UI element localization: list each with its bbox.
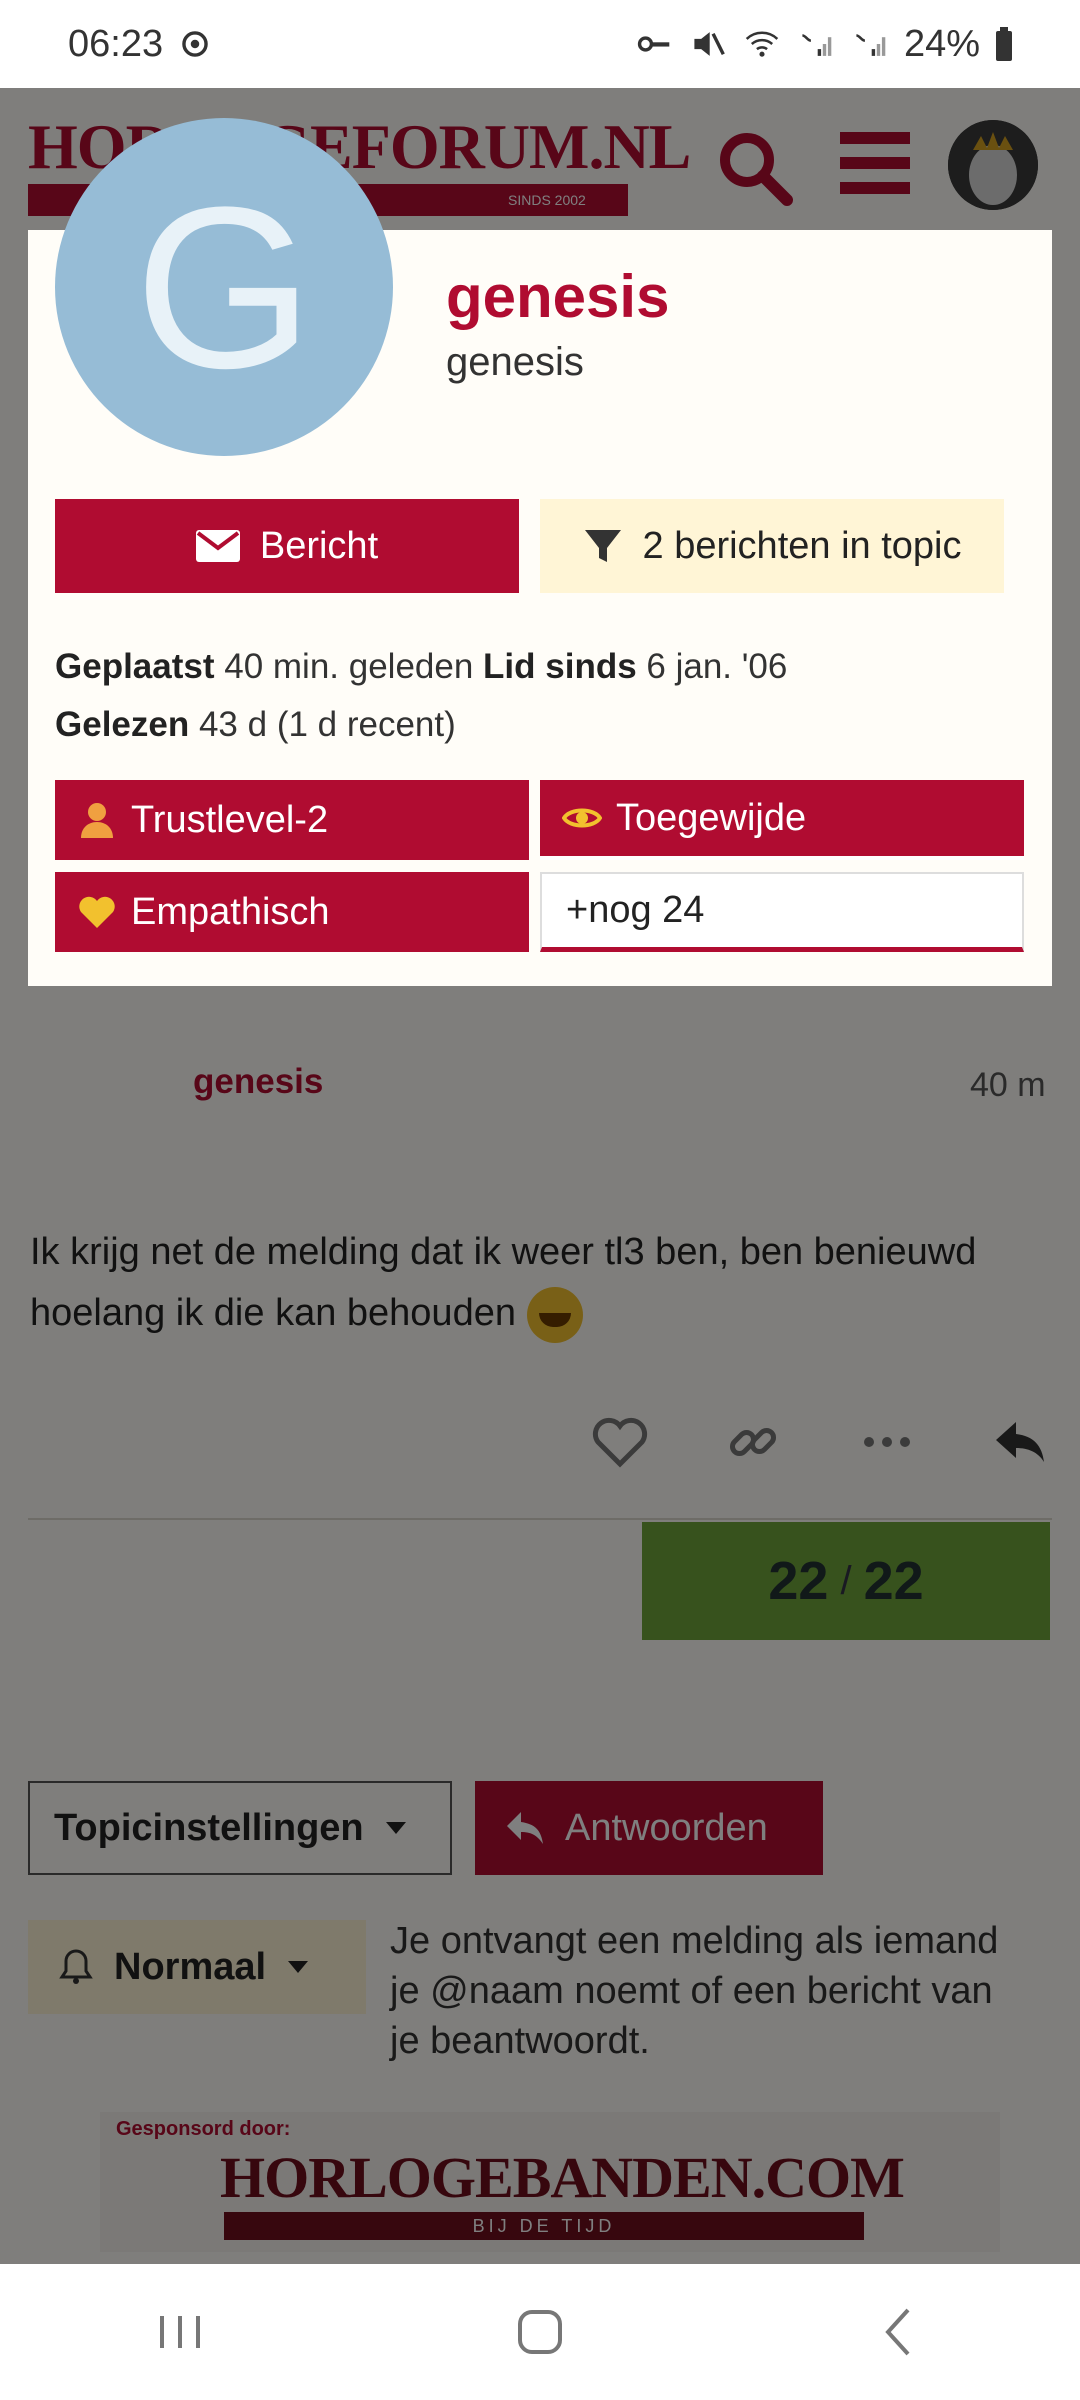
eye-icon <box>562 808 602 828</box>
signal-sim2-icon <box>856 34 886 56</box>
user-card-meta: Geplaatst 40 min. geleden Lid sinds 6 ja… <box>55 638 787 754</box>
sync-icon <box>182 31 208 57</box>
system-nav-bar <box>0 2264 1080 2400</box>
wifi-icon <box>745 31 779 57</box>
back-icon[interactable] <box>870 2302 930 2362</box>
envelope-icon <box>195 530 240 562</box>
badge-empathisch[interactable]: Empathisch <box>55 872 529 952</box>
user-icon <box>81 803 113 838</box>
read-label: Gelezen <box>55 705 190 744</box>
message-button-label: Bericht <box>259 524 379 567</box>
badge-trustlevel[interactable]: Trustlevel-2 <box>55 780 529 860</box>
member-since-value: 6 jan. '06 <box>646 647 788 686</box>
read-value: 43 d (1 d recent) <box>198 705 456 744</box>
user-card-username: genesis <box>446 340 584 384</box>
posted-value: 40 min. geleden <box>224 647 474 686</box>
filter-posts-button[interactable]: 2 berichten in topic <box>540 499 1004 593</box>
status-time: 06:23 <box>68 22 164 65</box>
posted-label: Geplaatst <box>55 647 215 686</box>
filter-posts-label: 2 berichten in topic <box>642 524 962 567</box>
heart-icon <box>79 896 115 928</box>
more-badges-label: +nog 24 <box>566 889 705 931</box>
user-card-name[interactable]: genesis <box>446 262 669 331</box>
vpn-key-icon <box>637 36 670 52</box>
battery-icon <box>996 27 1012 61</box>
filter-funnel-icon <box>584 530 621 562</box>
home-icon[interactable] <box>510 2302 570 2362</box>
more-badges-button[interactable]: +nog 24 <box>540 872 1024 952</box>
battery-percent: 24% <box>903 22 980 65</box>
badge-label: Empathisch <box>131 890 330 933</box>
recent-apps-icon[interactable] <box>150 2302 210 2362</box>
badge-label: Trustlevel-2 <box>131 798 329 841</box>
signal-sim1-icon <box>802 34 832 56</box>
user-card-avatar[interactable]: G <box>55 118 393 456</box>
message-button[interactable]: Bericht <box>55 499 519 593</box>
meta-line-1: Geplaatst 40 min. geleden Lid sinds 6 ja… <box>55 638 787 696</box>
meta-line-2: Gelezen 43 d (1 d recent) <box>55 696 787 754</box>
mute-icon <box>694 32 725 56</box>
badge-toegewijde[interactable]: Toegewijde <box>540 780 1024 860</box>
member-since-label: Lid sinds <box>483 647 637 686</box>
status-bar: 06:23 24% <box>0 0 1080 88</box>
badge-label: Toegewijde <box>616 796 807 839</box>
